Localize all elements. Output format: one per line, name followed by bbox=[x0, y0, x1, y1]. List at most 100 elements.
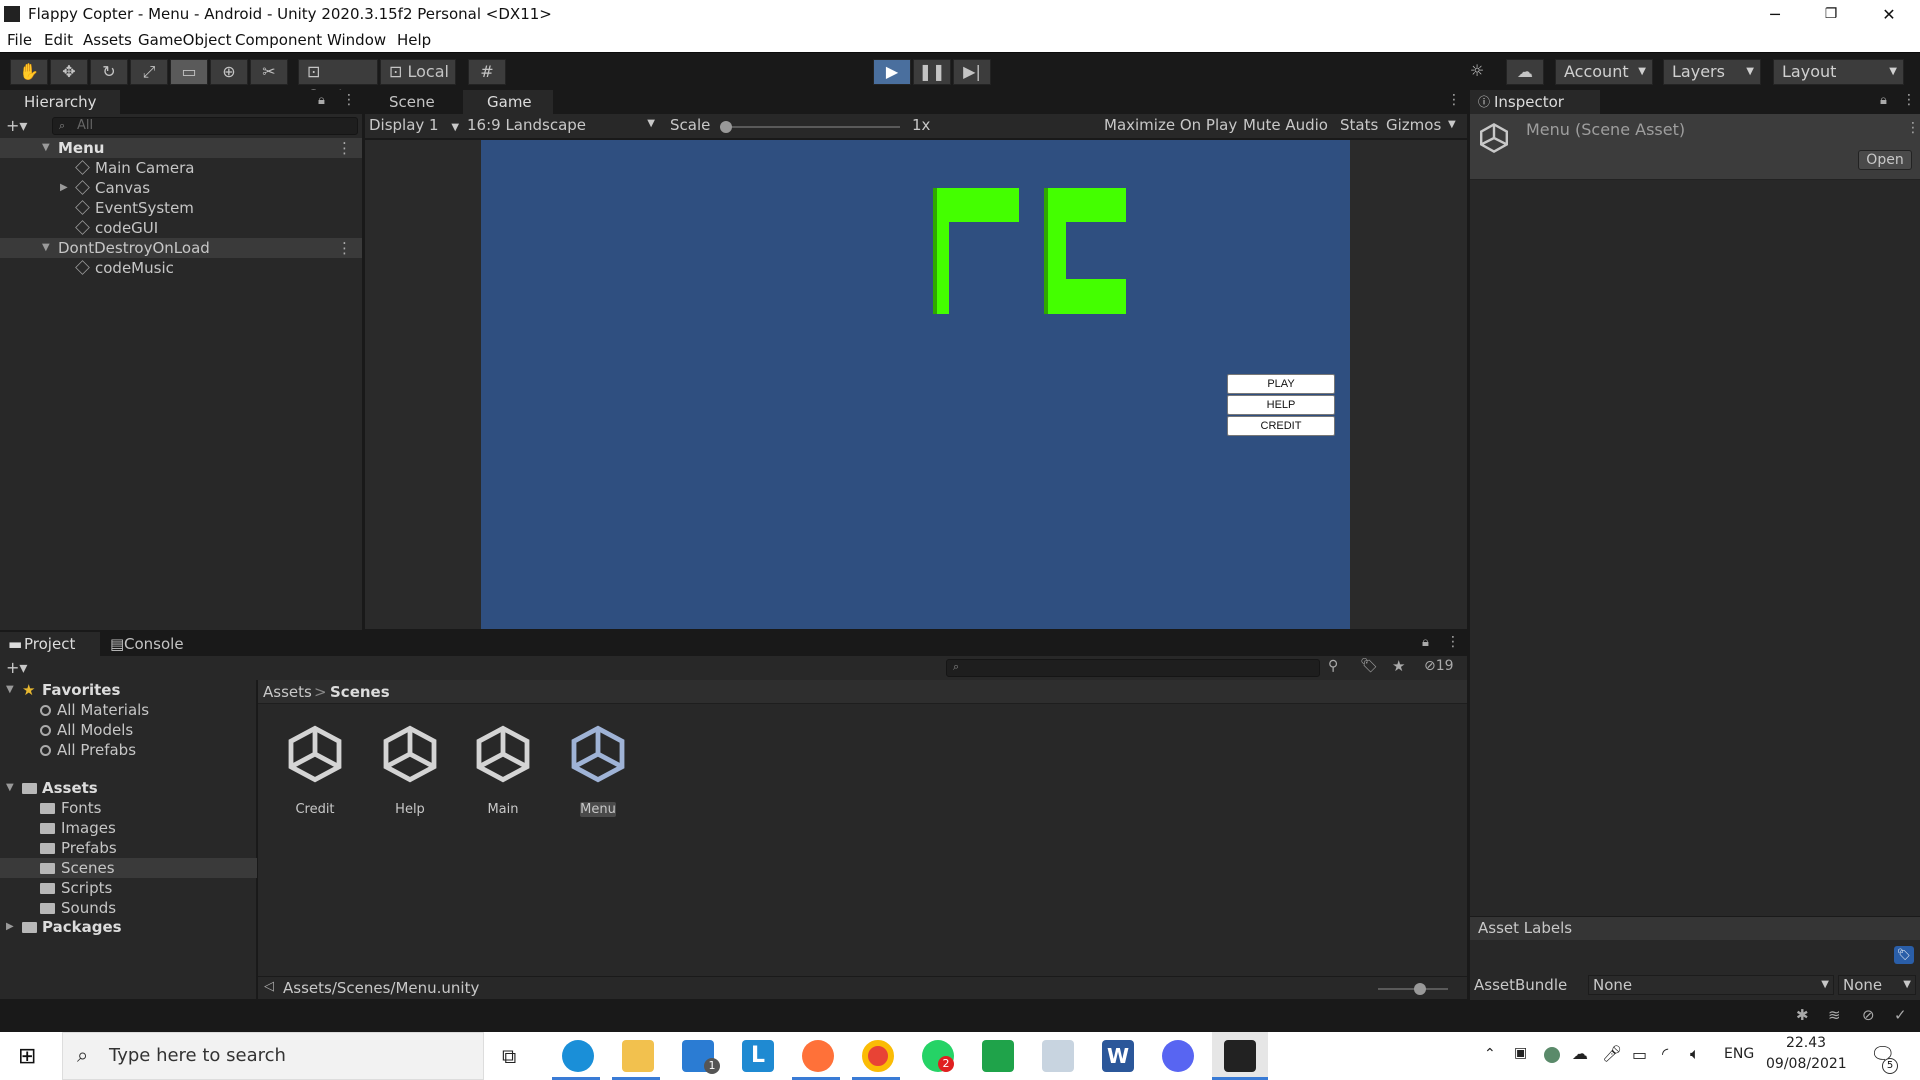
wifi-icon[interactable]: ◜ bbox=[1662, 1044, 1668, 1063]
menu-component[interactable]: Component bbox=[235, 31, 322, 49]
display-dropdown[interactable]: Display 1 ▼ bbox=[369, 116, 459, 134]
favorite-item[interactable]: All Prefabs bbox=[40, 740, 136, 760]
stats-toggle[interactable]: Stats bbox=[1340, 116, 1378, 134]
minimize-button[interactable]: ─ bbox=[1752, 0, 1798, 29]
close-button[interactable]: ✕ bbox=[1866, 0, 1912, 29]
breadcrumb-root[interactable]: Assets bbox=[263, 683, 312, 701]
favorite-star-icon[interactable]: ★ bbox=[1392, 657, 1405, 675]
hierarchy-item[interactable]: Main Camera bbox=[75, 158, 194, 178]
favorite-item[interactable]: All Models bbox=[40, 720, 133, 740]
chevron-up-icon[interactable]: ⌃ bbox=[1484, 1046, 1496, 1062]
menu-help[interactable]: Help bbox=[397, 31, 431, 49]
label-tag-icon[interactable]: 🏷︎ bbox=[1894, 946, 1914, 964]
tab-game[interactable]: Game bbox=[463, 90, 553, 114]
tab-console[interactable]: ▤ Console bbox=[100, 632, 200, 656]
launcher-l-icon[interactable]: L bbox=[742, 1040, 774, 1072]
tab-hierarchy[interactable]: Hierarchy bbox=[0, 90, 120, 114]
hierarchy-search-input[interactable]: ⌕ All bbox=[52, 117, 358, 135]
firefox-icon[interactable] bbox=[802, 1040, 834, 1072]
onedrive-icon[interactable]: ☁ bbox=[1572, 1044, 1588, 1063]
assetbundle-dropdown[interactable]: None ▼ bbox=[1588, 975, 1834, 995]
menu-edit[interactable]: Edit bbox=[44, 31, 73, 49]
volume-icon[interactable]: 🔈︎ bbox=[1690, 1044, 1700, 1064]
aspect-dropdown[interactable]: 16:9 Landscape ▼ bbox=[467, 116, 659, 134]
gizmos-toggle[interactable]: Gizmos bbox=[1386, 116, 1441, 134]
game-play-button[interactable]: PLAY bbox=[1227, 374, 1335, 394]
open-button[interactable]: Open bbox=[1858, 150, 1912, 170]
folder-item[interactable]: Images bbox=[40, 818, 116, 838]
play-button[interactable]: ▶ bbox=[873, 59, 911, 85]
game-credit-button[interactable]: CREDIT bbox=[1227, 416, 1335, 436]
edge-icon[interactable] bbox=[562, 1040, 594, 1072]
favorite-item[interactable]: All Materials bbox=[40, 700, 149, 720]
breadcrumb-current[interactable]: Scenes bbox=[330, 683, 390, 701]
chevron-down-icon[interactable]: ▼ bbox=[1448, 119, 1456, 130]
game-help-button[interactable]: HELP bbox=[1227, 395, 1335, 415]
pause-button[interactable]: ❚❚ bbox=[913, 59, 951, 85]
filter-label-icon[interactable]: 🏷︎ bbox=[1360, 658, 1378, 674]
progress-icon[interactable]: ⊘ bbox=[1862, 1006, 1875, 1024]
folder-item[interactable]: Prefabs bbox=[40, 838, 117, 858]
more-options-icon[interactable]: ⋮ bbox=[1902, 92, 1916, 108]
pivot-center-button[interactable]: ⊡ Center bbox=[298, 59, 378, 105]
hierarchy-item[interactable]: EventSystem bbox=[75, 198, 194, 218]
windows-start-icon[interactable]: ⊞ bbox=[18, 1044, 36, 1069]
hierarchy-item[interactable]: codeGUI bbox=[75, 218, 158, 238]
language-indicator[interactable]: ENG bbox=[1724, 1046, 1754, 1062]
more-options-icon[interactable]: ⋮ bbox=[1446, 634, 1460, 650]
more-options-icon[interactable]: ⋮ bbox=[337, 238, 352, 258]
scale-slider-track[interactable] bbox=[720, 126, 900, 128]
lock-icon[interactable]: 🔒︎ bbox=[1880, 93, 1887, 108]
add-icon[interactable]: +▾ bbox=[6, 116, 27, 135]
hierarchy-item[interactable]: ▶ Canvas bbox=[60, 178, 150, 198]
layers-stack-icon[interactable]: ≋ bbox=[1828, 1006, 1841, 1024]
layers-dropdown[interactable]: Layers ▼ bbox=[1663, 59, 1761, 85]
lock-icon[interactable]: 🔒︎ bbox=[1422, 635, 1429, 650]
tab-project[interactable]: ▬ Project bbox=[0, 632, 100, 656]
hidden-packages-toggle[interactable]: ⊘19 bbox=[1424, 658, 1454, 674]
variant-dropdown[interactable]: None ▼ bbox=[1838, 975, 1916, 995]
scene-row-dontdestroy[interactable]: ▼ DontDestroyOnLoad ⋮ bbox=[0, 238, 362, 258]
menu-file[interactable]: File bbox=[7, 31, 32, 49]
scene-asset-credit[interactable]: Credit bbox=[275, 722, 355, 822]
clock-date[interactable]: 09/08/2021 bbox=[1766, 1056, 1847, 1072]
step-button[interactable]: ▶| bbox=[953, 59, 991, 85]
cloud-button[interactable]: ☁ bbox=[1506, 59, 1544, 85]
icon-size-slider-track[interactable] bbox=[1378, 988, 1448, 990]
file-explorer-icon[interactable] bbox=[622, 1040, 654, 1072]
more-options-icon[interactable]: ⋮ bbox=[1906, 120, 1920, 136]
scale-tool-button[interactable]: ⤢ bbox=[130, 59, 168, 85]
account-dropdown[interactable]: Account ▼ bbox=[1555, 59, 1653, 85]
more-options-icon[interactable]: ⋮ bbox=[337, 138, 352, 158]
game-screen[interactable] bbox=[481, 140, 1350, 629]
store-icon[interactable] bbox=[982, 1040, 1014, 1072]
scene-row-menu[interactable]: ▼ Menu ⋮ bbox=[0, 138, 362, 158]
tab-inspector[interactable]: ⓘ Inspector bbox=[1470, 90, 1600, 114]
more-options-icon[interactable]: ⋮ bbox=[342, 92, 356, 108]
folder-item[interactable]: Fonts bbox=[40, 798, 101, 818]
task-view-icon[interactable]: ⧉ bbox=[502, 1044, 516, 1068]
rect-tool-button[interactable]: ▭ bbox=[170, 59, 208, 85]
more-options-icon[interactable]: ⋮ bbox=[1447, 92, 1461, 108]
menu-window[interactable]: Window bbox=[327, 31, 386, 49]
transform-tool-button[interactable]: ⊕ bbox=[210, 59, 248, 85]
restore-button[interactable]: ❐ bbox=[1808, 0, 1854, 29]
collab-icon[interactable]: ☼ bbox=[1458, 59, 1496, 85]
scene-asset-main[interactable]: Main bbox=[463, 722, 543, 822]
maximize-on-play-toggle[interactable]: Maximize On Play bbox=[1104, 116, 1237, 134]
move-tool-button[interactable]: ✥ bbox=[50, 59, 88, 85]
menu-assets[interactable]: Assets bbox=[83, 31, 132, 49]
meet-icon[interactable]: ▣ bbox=[1514, 1045, 1527, 1061]
scene-asset-menu-selected[interactable]: Menu bbox=[558, 722, 638, 822]
battery-icon[interactable]: ▭ bbox=[1632, 1045, 1647, 1064]
tab-scene[interactable]: Scene bbox=[365, 90, 460, 114]
menu-gameobject[interactable]: GameObject bbox=[138, 31, 232, 49]
rotate-tool-button[interactable]: ↻ bbox=[90, 59, 128, 85]
folder-item[interactable]: Sounds bbox=[40, 898, 116, 918]
unity-taskbar-active[interactable] bbox=[1212, 1032, 1268, 1080]
lock-icon[interactable]: 🔒︎ bbox=[318, 93, 325, 108]
hand-tool-button[interactable]: ✋ bbox=[10, 59, 48, 85]
folder-item-selected[interactable]: Scenes bbox=[40, 858, 115, 878]
filter-type-icon[interactable]: ⚲ bbox=[1328, 658, 1338, 674]
hierarchy-item[interactable]: codeMusic bbox=[75, 258, 174, 278]
